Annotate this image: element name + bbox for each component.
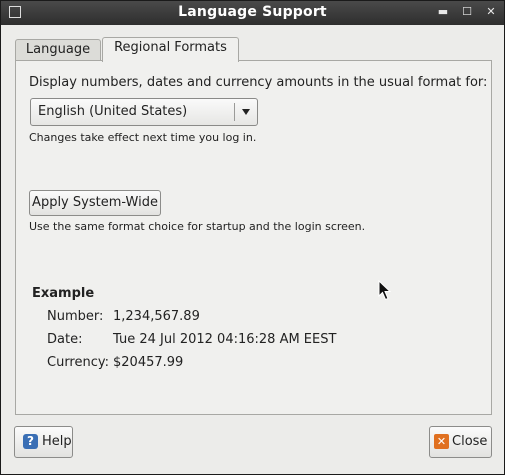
tab-regional-formats[interactable]: Regional Formats xyxy=(102,37,239,62)
help-button-label: Help xyxy=(42,434,72,449)
close-window-icon[interactable]: ✕ xyxy=(484,5,498,19)
close-button[interactable]: ✕ Close xyxy=(429,426,492,458)
regional-formats-panel: Display numbers, dates and currency amou… xyxy=(15,60,492,415)
apply-system-wide-button[interactable]: Apply System-Wide xyxy=(29,190,161,216)
language-support-window: Language Support ▬ ☐ ✕ Language Regional… xyxy=(0,0,505,475)
currency-label: Currency: xyxy=(47,355,110,370)
tab-language[interactable]: Language xyxy=(15,39,101,61)
maximize-icon[interactable]: ☐ xyxy=(460,5,474,19)
login-note: Changes take effect next time you log in… xyxy=(29,131,257,144)
apply-note: Use the same format choice for startup a… xyxy=(29,220,366,233)
format-select[interactable]: English (United States) xyxy=(30,98,258,126)
window-title: Language Support xyxy=(178,4,327,20)
help-button[interactable]: ? Help xyxy=(14,426,73,458)
currency-value: $20457.99 xyxy=(113,355,184,370)
help-icon: ? xyxy=(23,434,38,449)
date-label: Date: xyxy=(47,332,83,347)
close-icon: ✕ xyxy=(434,434,449,449)
minimize-icon[interactable]: ▬ xyxy=(436,5,450,19)
close-button-label: Close xyxy=(452,434,488,449)
example-heading: Example xyxy=(32,286,95,301)
title-bar[interactable]: Language Support ▬ ☐ ✕ xyxy=(1,1,504,25)
combo-separator xyxy=(234,103,235,121)
mouse-pointer-icon xyxy=(378,280,392,301)
chevron-down-icon xyxy=(242,109,250,115)
date-value: Tue 24 Jul 2012 04:16:28 AM EEST xyxy=(113,332,337,347)
format-prompt: Display numbers, dates and currency amou… xyxy=(29,75,488,90)
format-select-value: English (United States) xyxy=(38,104,188,119)
number-value: 1,234,567.89 xyxy=(113,309,200,324)
number-label: Number: xyxy=(47,309,104,324)
